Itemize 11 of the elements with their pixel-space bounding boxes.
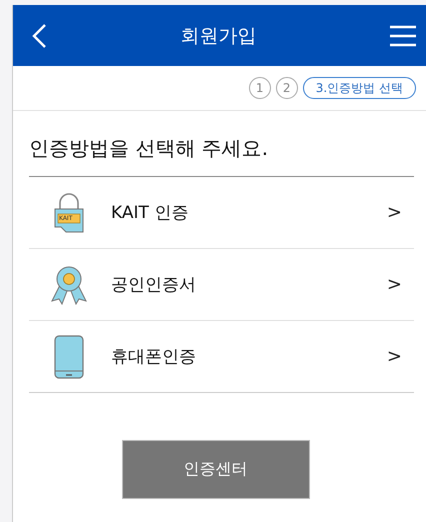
smartphone-icon bbox=[54, 334, 84, 378]
step-indicator: 2 bbox=[276, 77, 298, 99]
section-heading: 인증방법을 선택해 주세요. bbox=[28, 135, 270, 162]
padlock-icon bbox=[52, 192, 86, 232]
step-indicator: 1 bbox=[248, 77, 271, 99]
auth-center-button[interactable]: 인증센터 bbox=[122, 440, 310, 499]
step-indicator: 3.인증방법 선택 bbox=[302, 77, 416, 99]
menu-icon[interactable] bbox=[390, 24, 416, 46]
page-title: 회원가입 bbox=[180, 24, 256, 48]
back-icon[interactable] bbox=[31, 22, 47, 48]
award-ribbon-icon bbox=[50, 264, 88, 304]
